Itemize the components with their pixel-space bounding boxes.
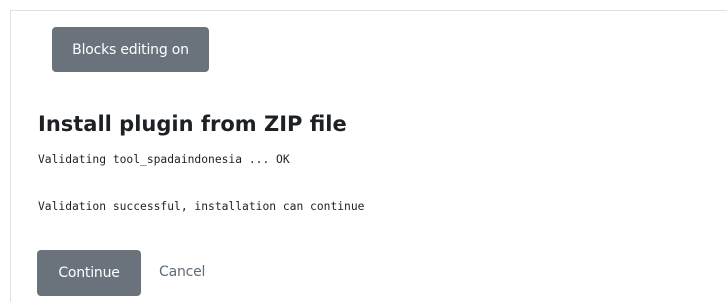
continue-button[interactable]: Continue <box>37 250 141 296</box>
cancel-link[interactable]: Cancel <box>159 264 205 280</box>
validation-result-line: Validation successful, installation can … <box>38 200 365 213</box>
page-title: Install plugin from ZIP file <box>38 112 347 136</box>
blocks-editing-button[interactable]: Blocks editing on <box>52 27 209 72</box>
validation-log-line: Validating tool_spadaindonesia ... OK <box>38 153 290 166</box>
